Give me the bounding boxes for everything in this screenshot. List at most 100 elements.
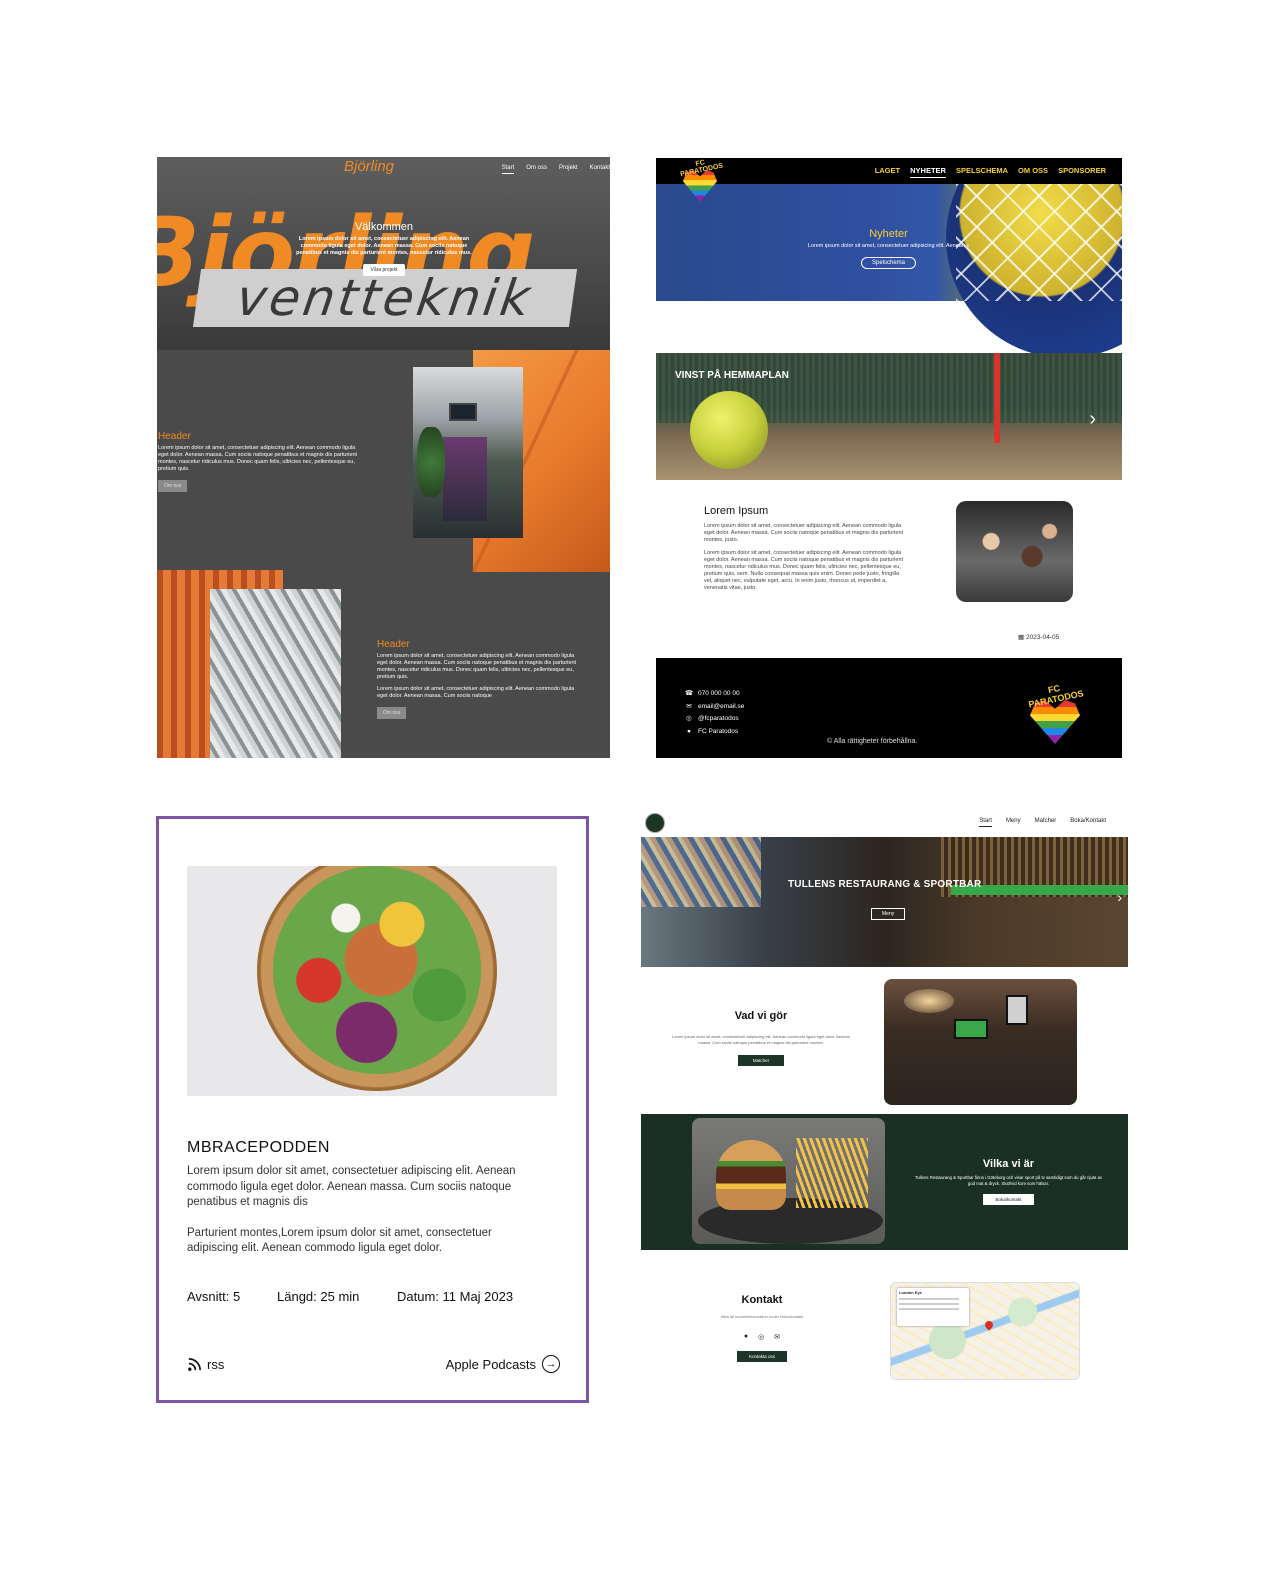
- bjorling-office-photo: [413, 367, 523, 538]
- podcast-title: MBRACEPODDEN: [187, 1139, 330, 1156]
- bjorling-section-2-text-1: Lorem ipsum dolor sit amet, consectetuer…: [377, 653, 577, 680]
- tullens-nav-matcher[interactable]: Matcher: [1035, 818, 1057, 827]
- paratodos-facebook[interactable]: ● FC Paratodos: [684, 726, 744, 739]
- tullens-contact-text: Hitta all kontaktinformation under Boka/…: [720, 1314, 804, 1319]
- tullens-interior-photo: [884, 979, 1077, 1105]
- map-card-line: [899, 1303, 959, 1305]
- goalpost-shape: [994, 353, 1000, 443]
- tullens-who-text-block: Vilka vi är Tullens Restaurang & Sportba…: [911, 1158, 1106, 1206]
- tullens-nav-start[interactable]: Start: [979, 818, 992, 827]
- podcast-rss-link[interactable]: rss: [187, 1357, 224, 1372]
- podcast-episode: Avsnitt: 5: [187, 1289, 241, 1304]
- tullens-logo[interactable]: [645, 813, 665, 833]
- paratodos-article: Lorem Ipsum Lorem ipsum dolor sit amet, …: [704, 505, 904, 592]
- podcast-date: Datum: 11 Maj 2023: [397, 1289, 514, 1304]
- paratodos-article-date: ▦ 2023-04-05: [1018, 633, 1059, 641]
- bjorling-welcome-text: Lorem ipsum dolor sit amet, consectetuer…: [296, 236, 472, 256]
- paratodos-instagram[interactable]: ◎ @fcparatodos: [684, 713, 744, 726]
- chevron-right-icon[interactable]: ›: [1089, 408, 1096, 431]
- bjorling-section-2-button[interactable]: Om oss: [377, 707, 407, 719]
- tullens-contact-title: Kontakt: [741, 1294, 783, 1306]
- bjorling-section-1-button[interactable]: Om oss: [158, 480, 188, 492]
- facebook-icon[interactable]: ●: [744, 1333, 748, 1341]
- paratodos-nav-laget[interactable]: LAGET: [875, 166, 900, 178]
- paratodos-hero-title: Nyheter: [869, 228, 908, 240]
- map-card-line: [899, 1308, 959, 1310]
- tullens-burger-photo: [692, 1118, 885, 1244]
- bjorling-section-2-heading: Header: [377, 639, 410, 650]
- tullens-who-text: Tullens Restaurang & Sportbar finns i Gö…: [914, 1175, 1103, 1186]
- tullens-nav: Start Meny Matcher Boka/Kontakt: [979, 818, 1106, 827]
- paratodos-nav-om-oss[interactable]: OM OSS: [1018, 166, 1048, 178]
- bjorling-projects-button[interactable]: Våra projekt: [362, 264, 406, 276]
- map-pin-icon: [983, 1319, 995, 1331]
- tullens-nav-meny[interactable]: Meny: [1006, 818, 1021, 827]
- bjorling-logo[interactable]: Björling: [344, 158, 394, 175]
- paratodos-article-p2: Lorem ipsum dolor sit amet, consectetuer…: [704, 550, 904, 591]
- instagram-icon[interactable]: ◎: [758, 1333, 764, 1341]
- podcast-apple-label: Apple Podcasts: [445, 1356, 536, 1372]
- paratodos-nav-nyheter[interactable]: NYHETER: [910, 166, 946, 178]
- calendar-icon: ▦: [1018, 634, 1025, 641]
- chevron-right-icon[interactable]: ›: [1117, 889, 1122, 905]
- tullens-what-text: Lorem ipsum dolor sit amet, consectetuer…: [672, 1034, 850, 1045]
- paratodos-hero-subtitle: Lorem ipsum dolor sit amet, consectetuer…: [807, 243, 970, 249]
- bjorling-nav-start[interactable]: Start: [501, 165, 515, 174]
- tullens-who-title: Vilka vi är: [982, 1158, 1035, 1170]
- podcast-description-p2: Parturient montes,Lorem ipsum dolor sit …: [187, 1226, 492, 1255]
- paratodos-nav: LAGET NYHETER SPELSCHEMA OM OSS SPONSORE…: [875, 166, 1106, 178]
- podcast-rss-label: rss: [207, 1357, 225, 1372]
- tullens-what-section: Vad vi gör Lorem ipsum dolor sit amet, c…: [671, 1010, 851, 1067]
- paratodos-schedule-button[interactable]: Spelschema: [860, 257, 917, 269]
- bjorling-nav-kontakt[interactable]: Kontakt: [590, 165, 610, 174]
- paratodos-article-title: Lorem Ipsum: [704, 505, 769, 517]
- podcast-food-image: [187, 866, 557, 1096]
- paratodos-email-text: email@email.se: [698, 702, 745, 710]
- bjorling-section-1-heading: Header: [158, 431, 191, 442]
- tullens-nav-boka-kontakt[interactable]: Boka/Kontakt: [1070, 818, 1106, 827]
- paratodos-contact-list: ☎ 070 000 00 00 ✉ email@email.se ◎ @fcparat…: [684, 688, 744, 738]
- paratodos-logo[interactable]: FC PARATODOS: [676, 159, 726, 204]
- bjorling-hero: Björling ventteknik Björling Start Om os…: [157, 157, 610, 350]
- fries-shape: [796, 1138, 868, 1208]
- bjorling-welcome-title: Välkommen: [354, 221, 414, 233]
- bjorling-ducts-photo: [210, 589, 341, 758]
- arrow-right-circle-icon: →: [542, 1355, 560, 1373]
- bjorling-nav-projekt[interactable]: Projekt: [559, 165, 578, 174]
- tullens-map[interactable]: London Eye: [890, 1282, 1080, 1380]
- pinball-machine-shape: [443, 437, 487, 521]
- paratodos-news-banner[interactable]: VINST PÅ HEMMAPLAN ›: [656, 353, 1122, 480]
- tullens-hero: TULLENS RESTAURANG & SPORTBAR Meny ›: [641, 837, 1128, 967]
- tullens-what-title: Vad vi gör: [734, 1010, 788, 1022]
- paratodos-phone[interactable]: ☎ 070 000 00 00: [684, 688, 744, 701]
- burger-shape: [716, 1140, 786, 1210]
- salad-shape: [273, 866, 481, 1074]
- podcast-apple-link[interactable]: Apple Podcasts →: [446, 1355, 560, 1373]
- rss-icon: [188, 1358, 201, 1371]
- instagram-icon: ◎: [686, 715, 692, 722]
- bjorling-hero-sign-sub: ventteknik: [192, 269, 577, 327]
- envelope-icon[interactable]: ✉: [774, 1333, 780, 1341]
- podcast-length: Längd: 25 min: [277, 1289, 360, 1304]
- paratodos-hero: FC PARATODOS LAGET NYHETER SPELSCHEMA OM…: [656, 158, 1122, 358]
- paratodos-copyright: © Alla rättigheter förbehållna.: [827, 738, 918, 745]
- paratodos-nav-sponsorer[interactable]: SPONSORER: [1058, 166, 1106, 178]
- map-info-card: London Eye: [897, 1288, 969, 1326]
- tullens-contact-button[interactable]: Kontakta oss: [736, 1351, 787, 1362]
- tullens-menu-button[interactable]: Meny: [871, 908, 906, 920]
- bjorling-nav-om-oss[interactable]: Om oss: [526, 165, 547, 174]
- tullens-who-section: Vilka vi är Tullens Restaurang & Sportba…: [641, 1114, 1128, 1250]
- tullens-contact-section: Kontakt Hitta all kontaktinformation und…: [697, 1294, 827, 1363]
- facebook-icon: ●: [687, 727, 691, 735]
- paratodos-nav-spelschema[interactable]: SPELSCHEMA: [956, 166, 1008, 178]
- screen-shape: [449, 403, 477, 421]
- bjorling-nav: Start Om oss Projekt Kontakt: [501, 165, 610, 174]
- tv-shape: [954, 1019, 988, 1039]
- paratodos-facebook-text: FC Paratodos: [698, 727, 739, 735]
- tullens-book-button[interactable]: Boka/kontakt: [983, 1194, 1034, 1205]
- paratodos-hero-text: Nyheter Lorem ipsum dolor sit amet, cons…: [786, 228, 991, 269]
- paratodos-email[interactable]: ✉ email@email.se: [684, 701, 744, 714]
- tullens-matches-button[interactable]: Matcher: [737, 1055, 785, 1066]
- paratodos-crowd-photo: [956, 501, 1073, 602]
- bjorling-section-1: Header Lorem ipsum dolor sit amet, conse…: [158, 431, 358, 492]
